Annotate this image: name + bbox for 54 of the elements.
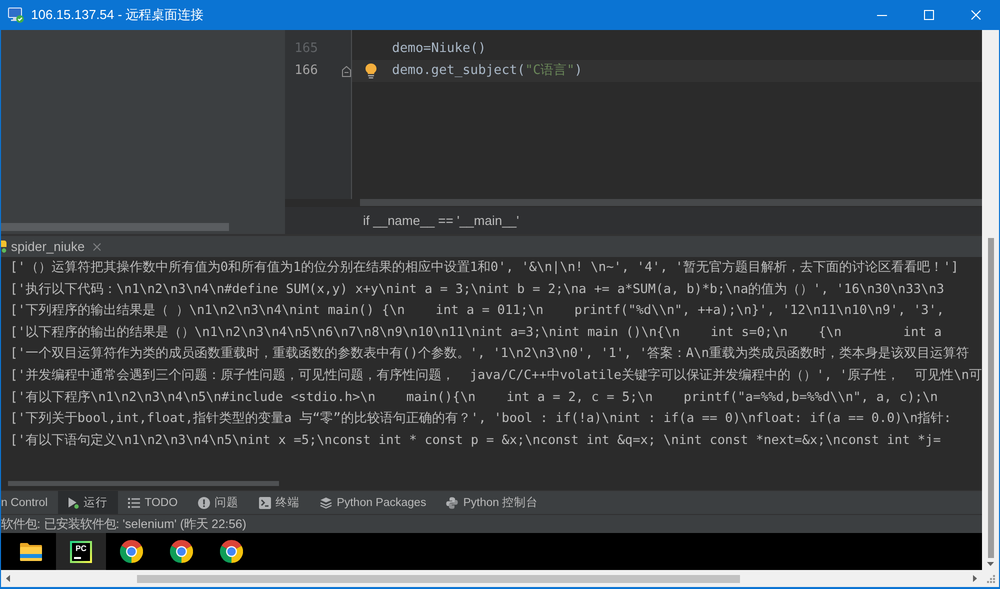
- ide-logo: PC: [70, 540, 92, 562]
- terminal-icon: [258, 496, 271, 508]
- maximize-icon: [924, 10, 934, 20]
- remote-desktop-icon: [8, 7, 24, 23]
- taskbar-button[interactable]: PC: [56, 533, 106, 570]
- tool-window-tab[interactable]: TODO: [118, 491, 188, 514]
- console-output-line: ['下列关于bool,int,float,指针类型的变量a 与“零”的比较语句正确的有？', 'bool : if(!a)\nint : if(a == 0)\nfloat: if(a == 0.0)\n指针:: [10, 410, 952, 428]
- browser-icon: [170, 540, 192, 563]
- window-title: 106.15.137.54 - 远程桌面连接: [31, 6, 204, 24]
- browser-icon: [220, 540, 242, 563]
- code-text: demo=Niuke(): [392, 40, 486, 58]
- tool-window-tab[interactable]: 问题: [188, 491, 249, 514]
- down-arrow-icon[interactable]: [987, 562, 994, 566]
- fold-marker-icon[interactable]: [342, 66, 351, 76]
- left-arrow-icon[interactable]: [6, 575, 10, 582]
- console-output-line: ['有以下程序\n1\n2\n3\n4\n5\n#include <stdio.h>\n main(){\n int a = 2, c = 5;\n printf("a=%%d,b=%%d\\n", a, c);\n: [10, 388, 938, 407]
- layers-icon: [320, 496, 332, 508]
- browser-icon: [120, 540, 142, 563]
- scrollbar-thumb[interactable]: [137, 574, 740, 582]
- scrollbar-thumb[interactable]: [8, 481, 279, 486]
- breadcrumb-item[interactable]: if __name__ == '__main__': [363, 213, 520, 228]
- right-arrow-icon[interactable]: [973, 575, 977, 582]
- lightbulb-icon[interactable]: [365, 63, 377, 79]
- exclamation-icon: [198, 496, 210, 508]
- play-icon: [68, 496, 79, 508]
- python-icon: [446, 496, 458, 508]
- resize-grip-icon[interactable]: [986, 574, 994, 582]
- list-icon: [128, 498, 140, 508]
- vertical-scrollbar[interactable]: [982, 30, 999, 570]
- code-text: demo.get_subject("C语言"): [392, 62, 582, 80]
- close-icon: [970, 10, 980, 20]
- scrollbar-thumb[interactable]: [1, 223, 229, 231]
- tool-window-tab[interactable]: Python Packages: [310, 491, 436, 514]
- run-config-icon: [1, 240, 7, 253]
- tool-window-tab[interactable]: Python 控制台: [436, 491, 548, 514]
- minimize-icon: [876, 14, 886, 16]
- line-number: 166: [294, 62, 318, 80]
- console-output-line: ['一个双目运算符作为类的成员函数重载时，重载函数的参数表中有()个参数。', '1\n2\n3\n0', '1', '答案：A\n重载为类成员函数时，类本身是该双目运算符: [10, 345, 970, 364]
- scrollbar-thumb[interactable]: [988, 238, 994, 558]
- console-output-line: ['（）运算符把其操作数中所有值为0和所有值为1的位分别在结果的相应中设置1和0', '&\n|\n! \n~', '4', '暂无官方题目解析，去下面的讨论区看看吧！']: [10, 259, 959, 277]
- console-output-line: ['下列程序的输出结果是（ ）\n1\n2\n3\n4\nint main() {\n int a = 011;\n printf("%d\\n", ++a);\n}', '12\n11\n10\n9', '3',: [10, 302, 944, 320]
- tool-window-tab[interactable]: 运行: [58, 491, 118, 514]
- console-output-line: ['并发编程中通常会遇到三个问题：原子性问题，可见性问题，有序性问题， java/C/C++中volatile关键字可以保证并发编程中的（）', '原子性， 可见性\n可: [10, 366, 982, 385]
- console-output-line: ['执行以下代码：\n1\n2\n3\n4\n#define SUM(x,y) x+y\nint a = 3;\nint b = 2;\na += a*SUM(a, b)*b;\na的值为（）', '16\n30\n33\n3: [10, 280, 944, 299]
- folder-icon: [19, 542, 43, 562]
- console-output-line: ['有以下语句定义\n1\n2\n3\n4\n5\nint x =5;\nconst int * const p = &x;\nconst int &q=x; \nint const *next=&x;\nconst int *j=: [10, 432, 941, 450]
- scrollbar-thumb[interactable]: [360, 199, 982, 206]
- tool-window-tab[interactable]: 终端: [248, 491, 310, 514]
- console-output-line: ['以下程序的输出的结果是（）\n1\n2\n3\n4\n5\n6\n7\n8\n9\n10\n11\nint a=3;\nint main ()\n{\n int s=0;\n {\n int a: [10, 324, 942, 342]
- tool-window-tab[interactable]: n Control: [1, 491, 58, 514]
- run-tab[interactable]: spider_niuke: [1, 236, 106, 257]
- close-icon[interactable]: [92, 242, 101, 250]
- status-message: 软件包: 已安装软件包: 'selenium' (昨天 22:56): [1, 516, 246, 532]
- horizontal-scrollbar[interactable]: [1, 570, 999, 587]
